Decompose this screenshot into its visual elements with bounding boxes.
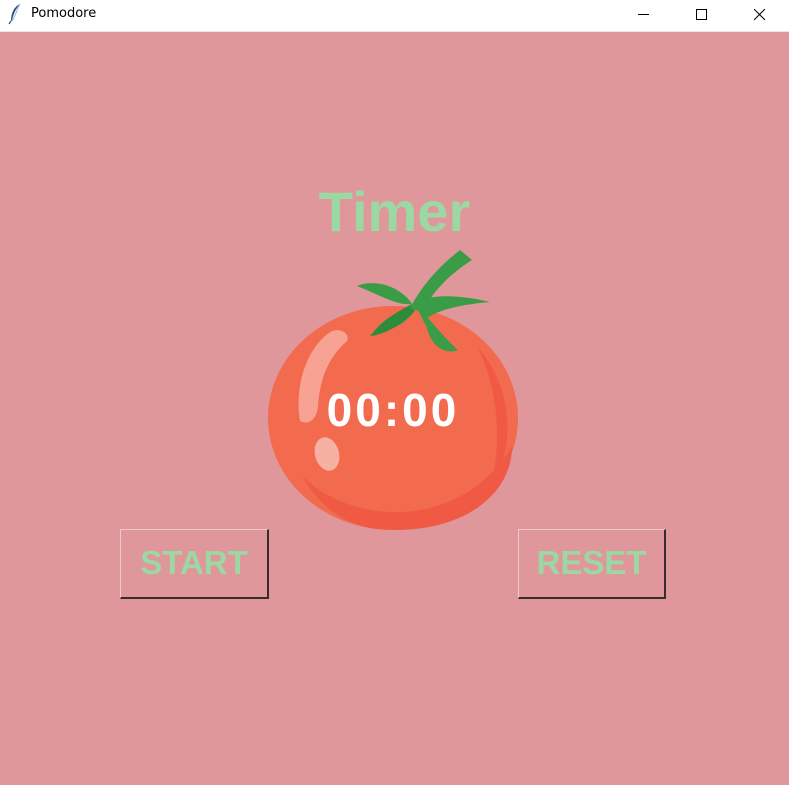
timer-title: Timer [318,180,471,243]
title-bar: Pomodore [0,0,789,32]
close-icon [754,9,766,21]
close-button[interactable] [737,0,783,31]
maximize-button[interactable] [679,0,725,31]
timer-display: 00:00 [326,384,460,436]
maximize-icon [696,9,707,20]
minimize-icon [638,14,649,15]
window-title: Pomodore [31,6,97,21]
feather-icon [8,3,21,25]
start-button[interactable]: START [120,529,269,599]
reset-button[interactable]: RESET [518,529,666,599]
minimize-button[interactable] [621,0,667,31]
app-window: Pomodore Timer 00:00 START RESET [0,0,789,785]
